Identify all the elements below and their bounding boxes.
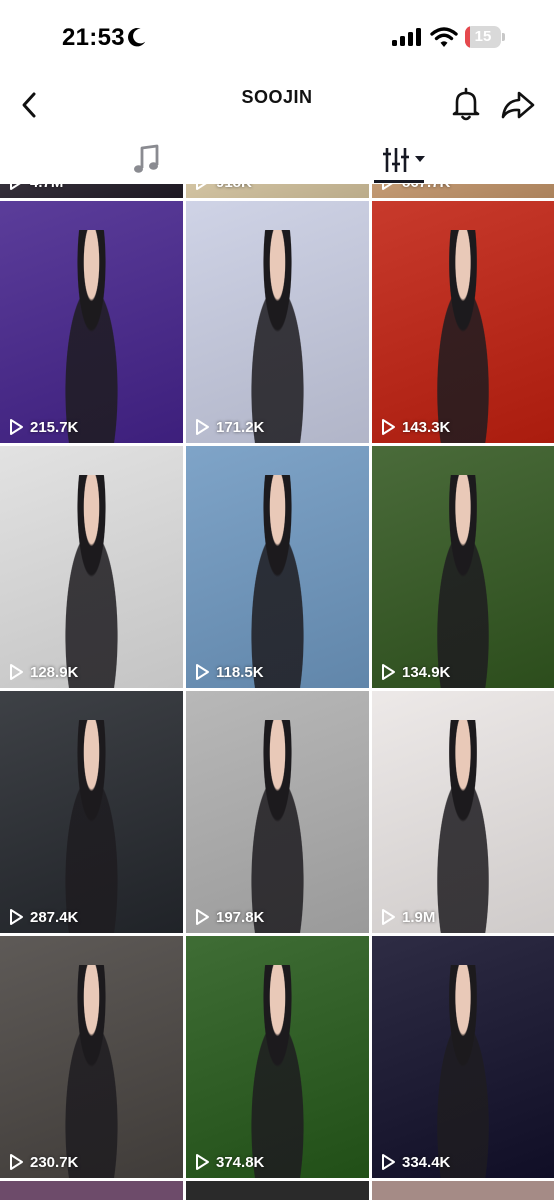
video-thumbnail-figure	[51, 230, 132, 443]
bell-icon[interactable]	[450, 86, 482, 122]
play-icon	[380, 184, 402, 191]
play-icon	[8, 1153, 30, 1171]
play-icon	[194, 908, 216, 926]
video-tile[interactable]: 143.3K	[372, 201, 554, 443]
view-count-text: 1.9M	[402, 908, 436, 926]
video-tile[interactable]: 171.2K	[186, 201, 369, 443]
sort-filter-icon[interactable]	[375, 142, 433, 178]
video-tile[interactable]: 134.9K	[372, 446, 554, 688]
profile-header: SOOJIN	[0, 74, 554, 136]
view-count: 171.2K	[194, 417, 264, 437]
video-tile[interactable]: 374.8K	[186, 936, 369, 1178]
moon-icon	[128, 28, 146, 47]
view-count-text: 171.2K	[216, 418, 265, 436]
video-tile[interactable]: 230.7K	[0, 936, 183, 1178]
music-note-icon[interactable]	[126, 142, 168, 178]
view-count-text: 118.5K	[216, 663, 264, 681]
view-count: 374.8K	[194, 1152, 264, 1172]
video-tile-partial[interactable]: 918K	[186, 184, 369, 198]
status-time: 21:53	[62, 24, 125, 51]
view-count: 128.9K	[8, 662, 78, 682]
view-count-text: 4.7M	[30, 184, 63, 191]
view-count-text: 197.8K	[216, 908, 265, 926]
play-icon	[380, 663, 402, 681]
signal-icon	[392, 28, 421, 46]
view-count-text: 134.9K	[402, 663, 451, 681]
video-tile-partial[interactable]	[186, 1181, 369, 1200]
video-tile[interactable]: 287.4K	[0, 691, 183, 933]
view-count-text: 334.4K	[402, 1153, 451, 1171]
view-count: 143.3K	[380, 417, 450, 437]
video-tile[interactable]: 118.5K	[186, 446, 369, 688]
video-thumbnail-figure	[422, 230, 504, 443]
view-count: 197.8K	[194, 907, 264, 927]
view-count-text: 867.7K	[402, 184, 450, 191]
video-tile-partial[interactable]: 4.7M	[0, 184, 183, 198]
video-tile[interactable]: 1.9M	[372, 691, 554, 933]
view-count: 4.7M	[8, 184, 63, 192]
play-icon	[8, 418, 30, 436]
video-thumbnail-figure	[237, 720, 318, 933]
view-count: 867.7K	[380, 184, 450, 192]
play-icon	[194, 1153, 216, 1171]
wifi-icon	[430, 27, 458, 47]
content-tabs	[0, 136, 554, 184]
view-count: 918K	[194, 184, 252, 192]
video-thumbnail-figure	[51, 965, 132, 1178]
view-count-text: 918K	[216, 184, 252, 191]
video-thumbnail-figure	[237, 475, 318, 688]
view-count-text: 287.4K	[30, 908, 79, 926]
video-thumbnail-figure	[422, 965, 504, 1178]
play-icon	[194, 184, 216, 191]
view-count: 118.5K	[194, 662, 264, 682]
view-count: 334.4K	[380, 1152, 450, 1172]
view-count: 134.9K	[380, 662, 450, 682]
play-icon	[194, 663, 216, 681]
view-count-text: 128.9K	[30, 663, 79, 681]
play-icon	[380, 1153, 402, 1171]
view-count-text: 215.7K	[30, 418, 79, 436]
view-count: 1.9M	[380, 907, 435, 927]
view-count-text: 143.3K	[402, 418, 451, 436]
view-count-text: 374.8K	[216, 1153, 265, 1171]
play-icon	[380, 908, 402, 926]
video-thumbnail-figure	[422, 720, 504, 933]
video-grid: 4.7M 918K 867.7K 215.7K 171.2K 143.3K 128.9K 11…	[0, 184, 554, 1200]
play-icon	[8, 908, 30, 926]
play-icon	[8, 184, 30, 191]
video-tile-partial[interactable]	[0, 1181, 183, 1200]
video-thumbnail-figure	[51, 475, 132, 688]
tab-active-indicator	[374, 180, 424, 183]
video-thumbnail-figure	[51, 720, 132, 933]
video-tile-partial[interactable]: 867.7K	[372, 184, 554, 198]
view-count: 215.7K	[8, 417, 78, 437]
video-thumbnail-figure	[237, 230, 318, 443]
video-tile[interactable]: 215.7K	[0, 201, 183, 443]
video-thumbnail-figure	[237, 965, 318, 1178]
view-count-text: 230.7K	[30, 1153, 79, 1171]
share-arrow-icon[interactable]	[500, 88, 536, 122]
status-bar: 21:53 15	[0, 0, 554, 74]
video-tile[interactable]: 197.8K	[186, 691, 369, 933]
battery-level: 15	[474, 28, 492, 45]
video-tile[interactable]: 334.4K	[372, 936, 554, 1178]
video-tile[interactable]: 128.9K	[0, 446, 183, 688]
video-thumbnail-figure	[422, 475, 504, 688]
play-icon	[380, 418, 402, 436]
play-icon	[194, 418, 216, 436]
video-tile-partial[interactable]	[372, 1181, 554, 1200]
view-count: 230.7K	[8, 1152, 78, 1172]
view-count: 287.4K	[8, 907, 78, 927]
play-icon	[8, 663, 30, 681]
battery-icon: 15	[465, 26, 505, 48]
